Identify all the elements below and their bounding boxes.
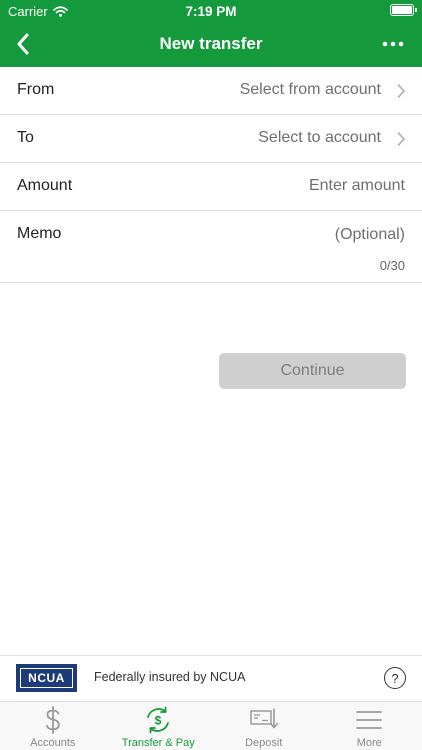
more-horizontal-icon: [382, 41, 404, 47]
carrier-label: Carrier: [8, 4, 48, 19]
tab-label: Transfer & Pay: [121, 737, 195, 749]
insurance-notice: Federally insured by NCUA: [94, 670, 246, 684]
tab-more[interactable]: More: [317, 702, 422, 750]
tab-transfer-pay[interactable]: $ Transfer & Pay: [106, 702, 212, 750]
tab-label: Accounts: [30, 737, 76, 749]
app-header: Carrier 7:19 PM New transfer: [0, 0, 422, 67]
memo-label: Memo: [17, 225, 62, 242]
battery-icon: [390, 4, 417, 16]
status-bar: Carrier 7:19 PM: [0, 0, 422, 22]
back-button[interactable]: [8, 28, 38, 60]
transfer-icon: $: [143, 706, 173, 734]
page-title: New transfer: [159, 34, 263, 53]
menu-icon: [354, 706, 384, 734]
amount-input[interactable]: Enter amount: [309, 177, 405, 195]
tab-accounts[interactable]: Accounts: [0, 702, 106, 750]
from-account-row[interactable]: From Select from account: [0, 67, 422, 115]
chevron-right-icon: [397, 132, 405, 146]
check-deposit-icon: [249, 706, 279, 734]
tab-bar: Accounts $ Transfer & Pay Deposit More: [0, 701, 422, 750]
ncua-logo: NCUA: [16, 664, 77, 692]
ncua-insurance-bar: NCUA Federally insured by NCUA ?: [0, 655, 422, 701]
wifi-icon: [52, 6, 68, 17]
memo-character-counter: 0/30: [379, 258, 405, 273]
navigation-bar: New transfer: [0, 24, 422, 64]
help-button[interactable]: ?: [384, 667, 406, 689]
memo-row[interactable]: Memo (Optional) 0/30: [0, 211, 422, 283]
more-options-button[interactable]: [378, 30, 408, 58]
to-label: To: [17, 129, 34, 146]
dollar-icon: [38, 706, 68, 734]
tab-deposit[interactable]: Deposit: [211, 702, 317, 750]
carrier-indicator: Carrier: [8, 4, 68, 19]
from-label: From: [17, 81, 55, 98]
tab-label: Deposit: [245, 737, 283, 749]
amount-label: Amount: [17, 177, 73, 194]
amount-row[interactable]: Amount Enter amount: [0, 163, 422, 211]
chevron-left-icon: [17, 33, 29, 55]
to-account-value: Select to account: [258, 129, 381, 146]
from-account-value: Select from account: [239, 81, 381, 98]
chevron-right-icon: [397, 84, 405, 98]
memo-input[interactable]: (Optional): [335, 226, 405, 244]
continue-button[interactable]: Continue: [219, 353, 406, 389]
transfer-form: From Select from account To Select to ac…: [0, 67, 422, 283]
svg-text:$: $: [155, 714, 162, 728]
to-account-row[interactable]: To Select to account: [0, 115, 422, 163]
tab-label: More: [356, 737, 382, 749]
ncua-logo-text: NCUA: [20, 668, 73, 688]
